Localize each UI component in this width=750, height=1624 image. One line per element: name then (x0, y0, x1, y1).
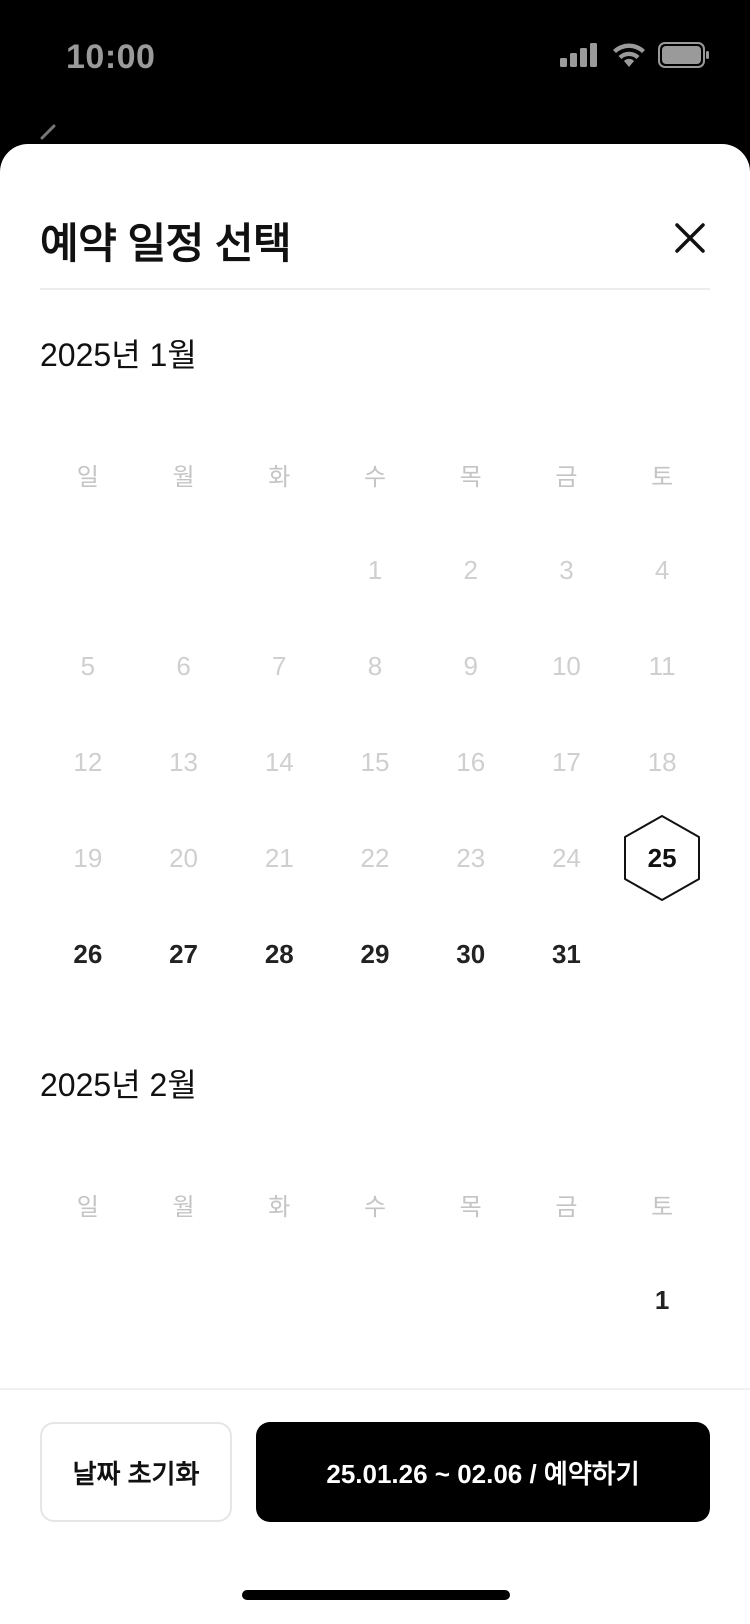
day-cell: 12 (73, 746, 103, 777)
day-cell: 18 (647, 746, 677, 777)
week-row: 1 2 3 4 (40, 540, 710, 600)
wifi-icon (613, 43, 645, 67)
day-cell: 1 (367, 554, 383, 585)
status-bar: 10:00 (0, 0, 750, 120)
week-row: 5 6 7 8 9 10 11 (40, 636, 710, 696)
sheet-title: 예약 일정 선택 (40, 220, 292, 267)
weekday-label: 토 (651, 463, 674, 491)
weekday-row: 일 월 화 수 목 금 토 (40, 1174, 710, 1234)
weekday-label: 목 (459, 463, 482, 491)
day-cell: 19 (73, 842, 103, 873)
day-cell: 15 (360, 746, 390, 777)
day-cell: 16 (456, 746, 486, 777)
weekday-label: 목 (459, 1193, 482, 1221)
day-cell: 10 (551, 650, 581, 681)
week-row: 19 20 21 22 23 24 25 (40, 815, 710, 901)
day-cell-empty (519, 1270, 615, 1330)
day-cell-empty (136, 1270, 232, 1330)
day-cell: 8 (367, 650, 383, 681)
week-row: 1 (40, 1270, 710, 1330)
weekday-label: 수 (363, 1193, 387, 1221)
day-cell[interactable]: 27 (136, 924, 232, 984)
close-icon (675, 223, 705, 253)
date-picker-sheet: 예약 일정 선택 2025년 1월 일 월 화 수 목 금 토 1 2 3 4 … (0, 144, 750, 1624)
week-row: 26 27 28 29 30 31 (40, 924, 710, 984)
day-cell[interactable]: 30 (423, 924, 519, 984)
week-row: 12 13 14 15 16 17 18 (40, 732, 710, 792)
close-button[interactable] (670, 218, 710, 258)
day-cell: 21 (264, 842, 294, 873)
status-time: 10:00 (66, 38, 156, 76)
day-cell: 7 (272, 650, 287, 681)
day-cell: 13 (169, 746, 199, 777)
weekday-row: 일 월 화 수 목 금 토 (40, 444, 710, 504)
day-cell-empty (136, 540, 232, 600)
battery-icon (658, 42, 709, 68)
sheet-footer: 날짜 초기화 25.01.26 ~ 02.06 / 예약하기 (0, 1388, 750, 1624)
weekday-label: 월 (172, 1193, 195, 1221)
status-icons (560, 42, 710, 68)
day-cell: 3 (559, 554, 574, 585)
day-cell: 4 (654, 554, 670, 585)
weekday-label: 일 (76, 1193, 99, 1221)
day-cell[interactable]: 1 (614, 1270, 710, 1330)
month-title: 2025년 1월 (40, 337, 197, 373)
day-cell-empty (327, 1270, 423, 1330)
day-cell: 17 (551, 746, 581, 777)
home-indicator (242, 1590, 510, 1600)
day-cell-empty (40, 1270, 136, 1330)
weekday-label: 금 (555, 1193, 578, 1221)
cellular-signal-icon (560, 43, 597, 67)
weekday-label: 금 (555, 463, 578, 491)
day-cell: 6 (176, 650, 191, 681)
day-cell[interactable]: 31 (519, 924, 615, 984)
day-cell[interactable]: 26 (40, 924, 136, 984)
day-cell: 24 (551, 842, 581, 873)
month-title: 2025년 2월 (40, 1067, 197, 1103)
day-cell[interactable]: 29 (327, 924, 423, 984)
weekday-label: 화 (268, 1193, 291, 1221)
reset-date-button[interactable]: 날짜 초기화 (40, 1422, 232, 1522)
day-cell: 14 (264, 746, 294, 777)
day-cell: 20 (169, 842, 199, 873)
weekday-label: 토 (651, 1193, 674, 1221)
day-cell[interactable]: 28 (231, 924, 327, 984)
day-cell-empty (40, 540, 136, 600)
weekday-label: 월 (172, 463, 195, 491)
weekday-label: 수 (363, 463, 387, 491)
day-cell: 11 (648, 650, 676, 681)
weekday-label: 화 (268, 463, 291, 491)
day-cell-empty (231, 540, 327, 600)
day-cell: 2 (463, 554, 478, 585)
day-number: 25 (647, 842, 677, 873)
day-cell: 23 (456, 842, 486, 873)
day-cell-empty (231, 1270, 327, 1330)
weekday-label: 일 (76, 463, 99, 491)
day-cell-empty (423, 1270, 519, 1330)
calendar-scroll-area[interactable]: 2025년 1월 일 월 화 수 목 금 토 1 2 3 4 5 6 7 8 9… (0, 292, 750, 1532)
day-cell: 5 (80, 650, 96, 681)
sheet-header: 예약 일정 선택 (40, 144, 710, 290)
day-cell: 9 (463, 650, 478, 681)
day-cell-empty (614, 924, 710, 984)
day-cell: 22 (360, 842, 390, 873)
day-cell-today[interactable]: 25 (614, 815, 710, 901)
reserve-button[interactable]: 25.01.26 ~ 02.06 / 예약하기 (256, 1422, 710, 1522)
